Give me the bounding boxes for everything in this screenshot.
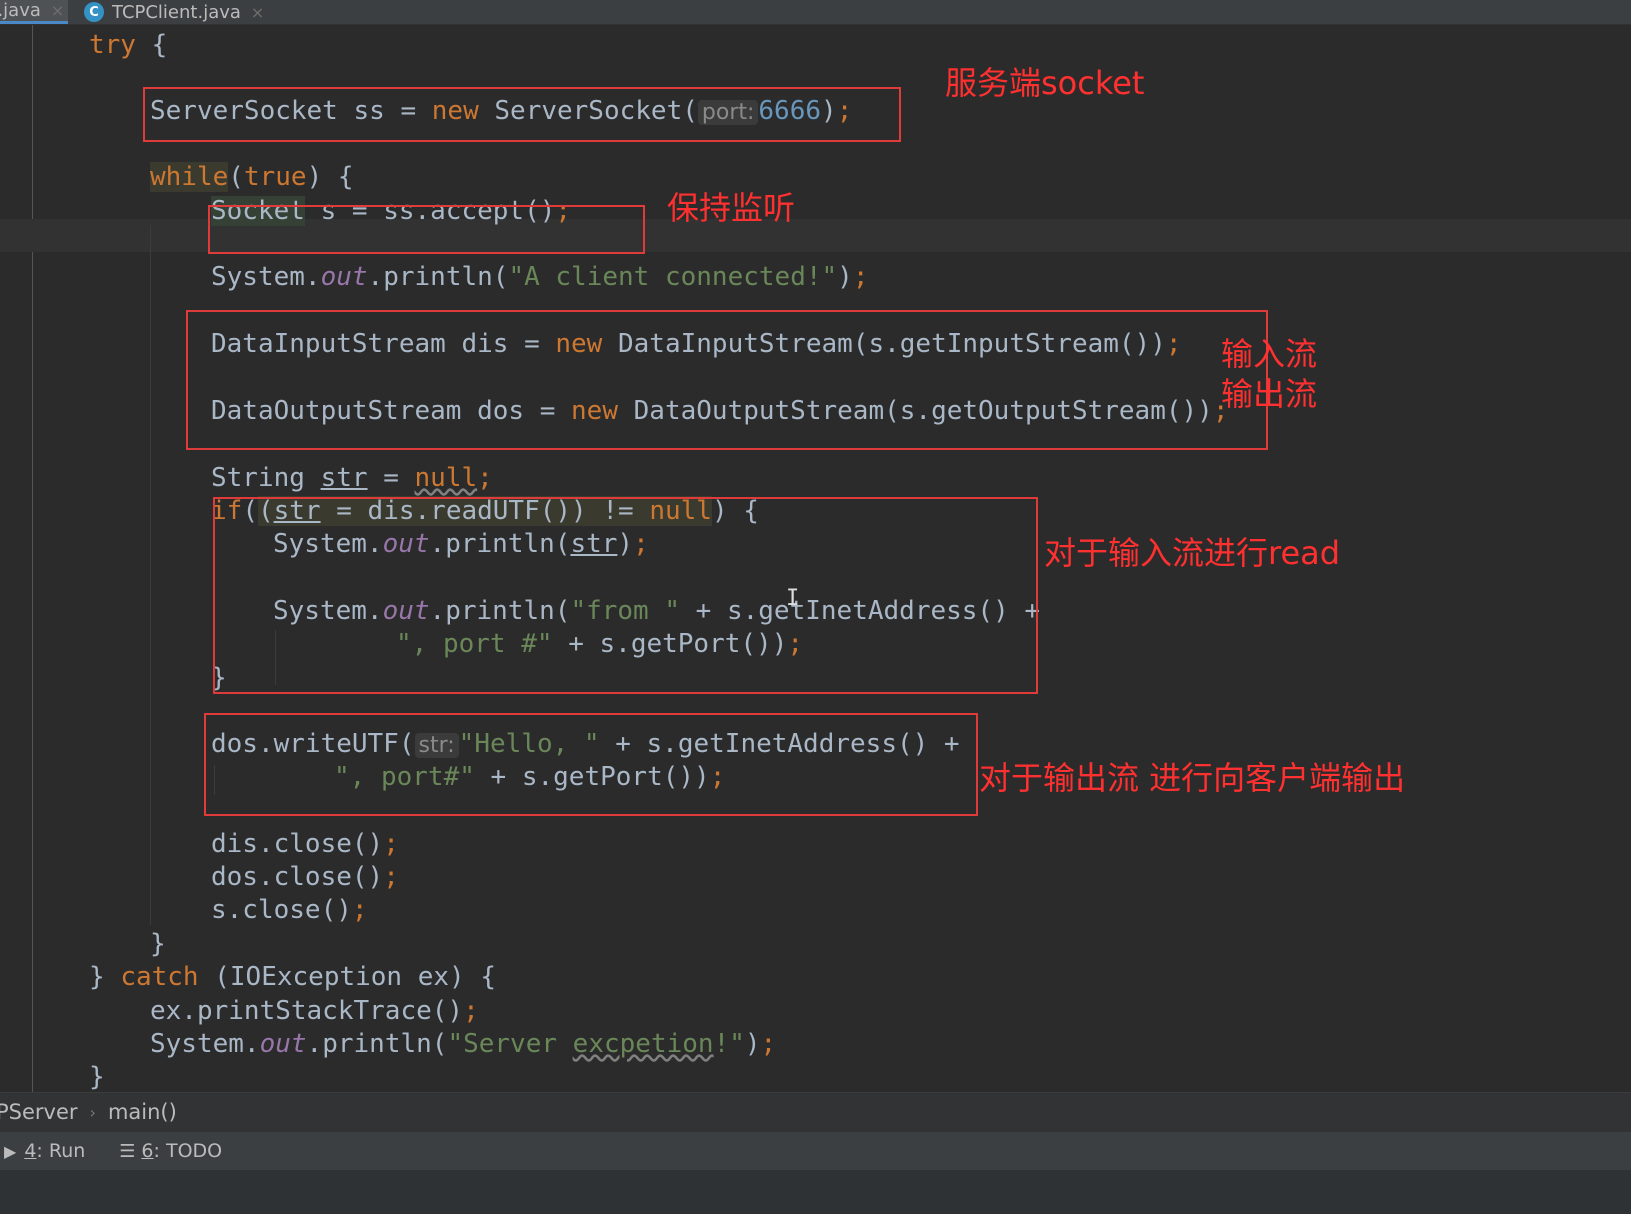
annotation-box-write — [204, 713, 978, 816]
java-class-file-icon: C — [84, 2, 104, 22]
annotation-box-streams — [186, 310, 1268, 450]
annotation-streams: 输入流 输出流 — [1221, 335, 1318, 413]
run-shortcut-number: 4 — [24, 1140, 37, 1162]
tab-label: TCPClient.java — [112, 1, 241, 23]
code-line: } — [150, 929, 166, 959]
code-line: while(true) { — [150, 162, 354, 192]
list-icon: ☰ — [119, 1140, 136, 1162]
bottom-strip — [0, 1170, 1631, 1214]
tab-tcpclient-java[interactable]: C TCPClient.java × — [84, 0, 284, 24]
close-icon[interactable]: × — [251, 3, 264, 22]
todo-label: : TODO — [153, 1140, 223, 1162]
run-tool-button[interactable]: ▶ 4: Run — [4, 1140, 85, 1162]
tab-label: ...java — [0, 0, 41, 21]
tool-window-bar: ▶ 4: Run ☰ 6: TODO — [0, 1131, 1631, 1170]
annotation-box-read — [213, 497, 1038, 694]
code-line: dos.close(); — [211, 862, 399, 892]
code-line: s.close(); — [211, 895, 368, 925]
annotation-read-input: 对于输入流进行read — [1044, 534, 1341, 572]
code-line: System.out.println("A client connected!"… — [211, 262, 869, 292]
annotation-box-accept — [208, 205, 645, 254]
play-icon: ▶ — [4, 1141, 17, 1161]
todo-shortcut-number: 6 — [141, 1140, 154, 1162]
todo-tool-button[interactable]: ☰ 6: TODO — [119, 1140, 222, 1162]
run-label: : Run — [36, 1140, 86, 1162]
annotation-write-output: 对于输出流 进行向客户端输出 — [979, 759, 1406, 797]
breadcrumb: PServer › main() — [0, 1092, 1631, 1131]
gutter-divider — [32, 25, 33, 1140]
code-editor[interactable]: try { ServerSocket ss = new ServerSocket… — [0, 25, 1631, 1140]
close-icon[interactable]: × — [51, 1, 64, 20]
code-line: ex.printStackTrace(); — [150, 996, 479, 1026]
tab-server-java[interactable]: ...java × — [0, 0, 68, 24]
code-line: dis.close(); — [211, 829, 399, 859]
breadcrumb-method[interactable]: main() — [108, 1100, 177, 1124]
annotation-keep-listening: 保持监听 — [667, 189, 796, 227]
chevron-right-icon: › — [89, 1102, 96, 1122]
indent-guide — [150, 225, 151, 925]
breadcrumb-class[interactable]: PServer — [0, 1100, 78, 1124]
annotation-server-socket: 服务端socket — [945, 64, 1145, 102]
code-line: try { — [89, 30, 168, 60]
code-line: System.out.println("Server excpetion!"); — [150, 1029, 777, 1059]
code-line: String str = null; — [211, 463, 493, 493]
code-line: } catch (IOException ex) { — [89, 962, 497, 992]
editor-tab-bar: ...java × C TCPClient.java × — [0, 0, 1631, 25]
code-line: } — [89, 1062, 105, 1092]
annotation-box-server-socket — [143, 87, 901, 142]
